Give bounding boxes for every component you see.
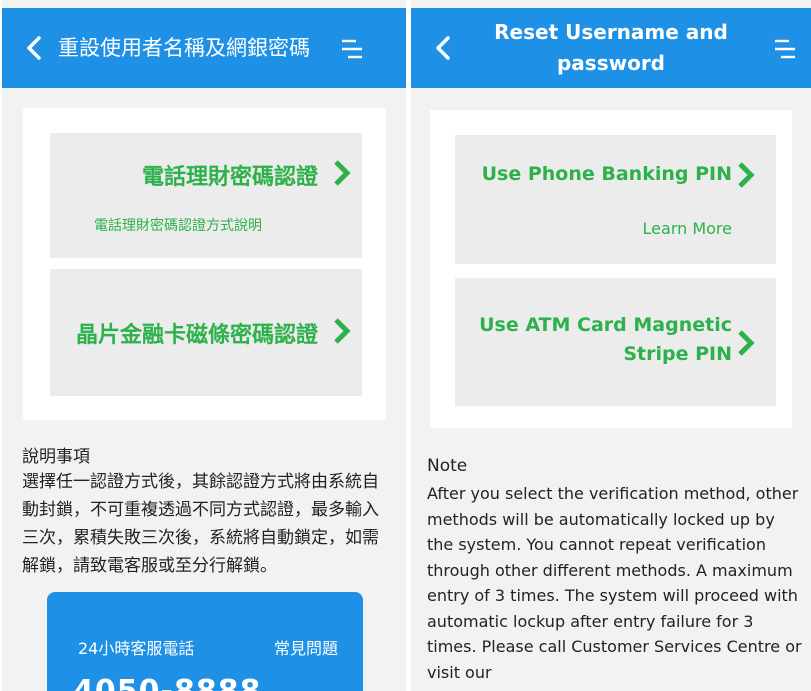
phone-banking-pin-option[interactable]: Use Phone Banking PIN Learn More — [455, 135, 776, 264]
header-bar: Reset Username and password — [411, 8, 811, 88]
chevron-left-icon[interactable] — [20, 33, 50, 63]
option-label: Use Phone Banking PIN — [481, 163, 732, 185]
verification-options-card: Use Phone Banking PIN Learn More Use ATM… — [430, 110, 792, 428]
menu-icon[interactable] — [769, 34, 799, 64]
chevron-left-icon[interactable] — [429, 33, 459, 63]
learn-more-link[interactable]: 電話理財密碼認證方式說明 — [94, 215, 262, 235]
chevron-right-icon — [334, 318, 351, 344]
note-heading: Note — [427, 456, 468, 476]
chevron-right-icon — [738, 330, 755, 356]
chevron-right-icon — [738, 162, 755, 188]
page-title: Reset Username and password — [494, 20, 728, 75]
note-heading: 說明事項 — [22, 447, 90, 467]
hotline-number[interactable]: 4050-8888 — [73, 674, 261, 691]
customer-service-card[interactable]: 24小時客服電話 常見問題 4050-8888 — [47, 592, 363, 691]
option-label: 電話理財密碼認證 — [141, 165, 318, 190]
hotline-label: 24小時客服電話 — [78, 639, 195, 658]
option-label-line-2: Stripe PIN — [623, 343, 732, 365]
option-label: 晶片金融卡磁條密碼認證 — [75, 323, 318, 348]
page-title: 重設使用者名稱及網銀密碼 — [58, 36, 310, 60]
verification-options-card: 電話理財密碼認證 電話理財密碼認證方式說明 晶片金融卡磁條密碼認證 — [23, 108, 386, 420]
atm-card-pin-option[interactable]: Use ATM Card Magnetic Stripe PIN — [455, 278, 776, 406]
atm-card-pin-option[interactable]: 晶片金融卡磁條密碼認證 — [50, 269, 362, 396]
phone-screen-chinese: 重設使用者名稱及網銀密碼 電話理財密碼認證 電話理財密碼認證方式說明 晶片金融卡… — [2, 0, 406, 691]
chevron-right-icon — [334, 160, 351, 186]
phone-banking-pin-option[interactable]: 電話理財密碼認證 電話理財密碼認證方式說明 — [50, 133, 362, 258]
header-bar: 重設使用者名稱及網銀密碼 — [2, 8, 406, 88]
menu-icon[interactable] — [336, 34, 366, 64]
note-body: 選擇任一認證方式後，其餘認證方式將由系統自動封鎖，不可重複透過不同方式認證，最多… — [22, 472, 379, 576]
phone-screen-english: Reset Username and password Use Phone Ba… — [411, 0, 811, 691]
option-label-line-1: Use ATM Card Magnetic — [479, 314, 732, 336]
faq-link[interactable]: 常見問題 — [274, 635, 338, 659]
learn-more-link[interactable]: Learn More — [643, 219, 732, 238]
note-body: After you select the verification method… — [427, 484, 802, 682]
